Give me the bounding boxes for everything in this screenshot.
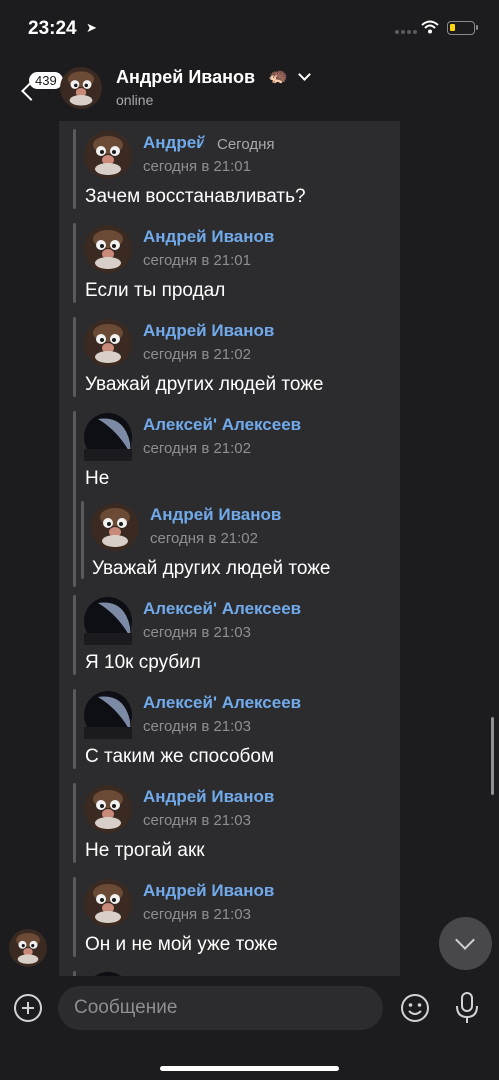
message-date: сегодня в 21:01 [143, 252, 251, 269]
avatar[interactable] [84, 691, 132, 739]
message-author[interactable]: Андрей Иванов [143, 227, 274, 247]
avatar[interactable] [9, 929, 47, 967]
online-status: online [116, 92, 154, 108]
message-date: сегодня в 21:02 [143, 346, 251, 363]
avatar[interactable] [84, 597, 132, 645]
emoji-icon[interactable] [400, 993, 430, 1023]
forward-line [73, 783, 76, 863]
message-author[interactable]: Андрей [143, 133, 207, 153]
message-author[interactable]: Андрей Иванов [150, 505, 281, 525]
message-author[interactable]: Андрей Иванов [143, 321, 274, 341]
wifi-icon [421, 20, 439, 34]
forward-line [73, 129, 76, 209]
chat-header: 439 Андрей Иванов 🦔 online [0, 58, 499, 118]
back-button[interactable]: 439 [12, 62, 63, 102]
message-date: сегодня в 21:01 [143, 158, 251, 175]
date-pill: Сегодня [203, 130, 289, 159]
home-indicator [160, 1066, 339, 1071]
message-date: сегодня в 21:03 [143, 906, 251, 923]
message-author[interactable]: Алексей' Алексеев [143, 693, 301, 713]
status-bar: 23:24 ➤ [0, 0, 499, 58]
message-author[interactable]: Алексей' Алексеев [143, 415, 301, 435]
message-date: сегодня в 21:03 [143, 624, 251, 641]
avatar[interactable] [60, 67, 102, 109]
avatar[interactable] [84, 972, 132, 976]
message-text: Не [85, 468, 110, 489]
avatar[interactable] [84, 879, 132, 927]
hedgehog-icon: 🦔 [268, 68, 288, 85]
location-arrow-icon: ➤ [86, 20, 97, 35]
message-text: С таким же способом [85, 746, 275, 767]
message-text: Если ты продал [85, 280, 226, 301]
avatar[interactable] [84, 225, 132, 273]
avatar[interactable] [84, 319, 132, 367]
message-date: сегодня в 21:02 [150, 530, 258, 547]
cellular-signal-icon [395, 30, 417, 34]
microphone-icon[interactable] [453, 991, 481, 1025]
message-text: Не трогай акк [85, 840, 205, 861]
forward-line [73, 411, 76, 587]
message-text: Зачем восстанавливать? [85, 186, 306, 207]
forward-line [73, 971, 76, 976]
forward-line [73, 317, 76, 397]
avatar[interactable] [84, 131, 132, 179]
forwarded-messages: Андрей сегодня в 21:01 Зачем восстанавли… [59, 121, 400, 976]
message-date: сегодня в 21:03 [143, 718, 251, 735]
message-author[interactable]: Алексей' Алексеев [143, 599, 301, 619]
message-text: Он и не мой уже тоже [85, 934, 278, 955]
chat-title[interactable]: Андрей Иванов [116, 67, 255, 88]
chevron-down-icon [455, 930, 475, 950]
avatar[interactable] [84, 785, 132, 833]
message-date: сегодня в 21:02 [143, 440, 251, 457]
forward-line [73, 689, 76, 769]
attach-button[interactable] [14, 994, 42, 1022]
avatar[interactable] [91, 503, 139, 551]
battery-icon [447, 21, 478, 35]
message-text: Я 10к срубил [85, 652, 201, 673]
clock: 23:24 [28, 18, 77, 39]
message-author[interactable]: Андрей Иванов [143, 787, 274, 807]
scrollbar[interactable] [491, 717, 494, 795]
message-text: Уважай других людей тоже [92, 558, 331, 579]
scroll-down-button[interactable] [439, 917, 492, 970]
message-author[interactable]: Андрей Иванов [143, 881, 274, 901]
forward-line [73, 595, 76, 675]
avatar[interactable] [84, 413, 132, 461]
message-text: Уважай других людей тоже [85, 374, 324, 395]
message-input[interactable] [58, 986, 383, 1030]
forward-line [73, 877, 76, 957]
chevron-down-icon[interactable] [298, 68, 311, 81]
nested-forward-line [81, 501, 84, 579]
forward-line [73, 223, 76, 303]
message-date: сегодня в 21:03 [143, 812, 251, 829]
